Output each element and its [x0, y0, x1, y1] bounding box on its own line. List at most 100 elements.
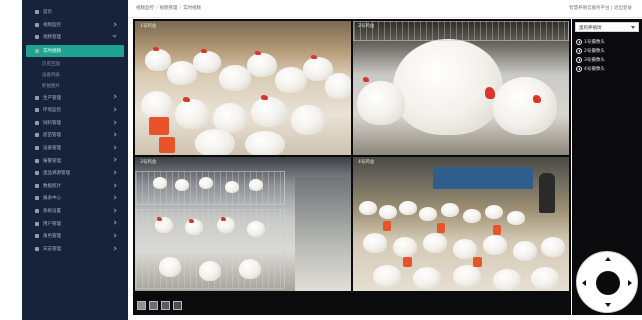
layout-switcher [137, 301, 182, 310]
ptz-up-arrow-icon[interactable] [605, 257, 611, 261]
feed-icon [35, 120, 39, 125]
ptz-center-button[interactable] [596, 271, 620, 295]
sidebar-item[interactable]: 疫苗管理 [22, 129, 128, 142]
layout-16-button[interactable] [173, 301, 182, 310]
video-wall: 1号鸡舍 2号鸡舍 3号鸡舍 4号鸡舍 [133, 19, 571, 315]
sidebar-item-label: 角色管理 [43, 234, 61, 240]
stats-icon [35, 183, 39, 188]
role-icon [35, 234, 39, 239]
alarm-icon [35, 158, 39, 163]
camera-list-item[interactable]: 3号摄像头 [576, 55, 638, 64]
chevron-icon [112, 33, 117, 38]
breadcrumb-item-2[interactable]: 视频管理 [160, 6, 178, 11]
monitor-icon [35, 49, 39, 54]
sidebar-item-label: 实时视频 [43, 49, 61, 55]
video-tile-label: 2号鸡舍 [358, 24, 375, 29]
farm-select[interactable]: 蛋鸡养殖场 [575, 22, 639, 32]
breadcrumb-item-3: 实时视频 [183, 6, 202, 11]
sidebar-item-label: 历史回放 [42, 61, 60, 67]
user-icon [35, 221, 39, 226]
video-tile-1[interactable]: 1号鸡舍 [135, 21, 351, 155]
chevron-icon [112, 119, 117, 125]
sidebar-item[interactable]: 首页 [22, 6, 128, 19]
breadcrumb: 视频监控 / 视频管理 / 实时视频 [136, 6, 202, 11]
camera-list: 1号摄像头 2号摄像头 3号摄像头 4号摄像头 [576, 37, 638, 73]
environment-icon [35, 108, 39, 113]
sidebar-item-label: 设备管理 [43, 146, 61, 152]
sidebar-item-label: 视频管理 [43, 35, 61, 41]
sidebar-item-label: 生产管理 [43, 95, 61, 101]
sidebar-item-label: 用户管理 [43, 221, 61, 227]
settings-icon [35, 209, 39, 214]
sidebar-item[interactable]: 历史回放 [22, 58, 128, 69]
sidebar-item[interactable]: 环境监控 [22, 104, 128, 117]
chevron-icon [112, 170, 117, 175]
video-grid: 1号鸡舍 2号鸡舍 3号鸡舍 4号鸡舍 [135, 21, 569, 291]
ptz-down-arrow-icon[interactable] [605, 303, 611, 307]
sidebar-item[interactable]: 设备管理 [22, 142, 128, 155]
chevron-down-icon [631, 26, 635, 29]
chevron-icon [112, 94, 117, 99]
video-feed-4 [353, 157, 569, 291]
sidebar-item-label: 报警管理 [43, 158, 61, 164]
sidebar-item-label: 视频监控 [43, 22, 61, 28]
sidebar-item-label: 数据统计 [43, 183, 61, 189]
home-icon [35, 10, 39, 15]
vaccine-icon [35, 133, 39, 138]
sidebar-item-label: 饲料管理 [43, 120, 61, 126]
chevron-icon [112, 132, 117, 137]
top-bar: 视频监控 / 视频管理 / 实时视频 智慧养殖云服务平台 | 退出登录 [128, 0, 642, 18]
camera-icon [35, 22, 39, 27]
sidebar-item[interactable]: 用户管理 [22, 217, 128, 230]
sidebar-item[interactable]: 实时视频 [26, 44, 124, 58]
sidebar-item[interactable]: 设备列表 [22, 69, 128, 80]
sidebar-item[interactable]: 抓拍图片 [22, 80, 128, 91]
sidebar-item-label: 日志管理 [43, 246, 61, 252]
chevron-icon [112, 208, 117, 213]
sidebar-item[interactable]: 视频管理 [22, 31, 128, 44]
layout-1-button[interactable] [137, 301, 146, 310]
camera-list-item[interactable]: 1号摄像头 [576, 37, 638, 46]
camera-list-item[interactable]: 2号摄像头 [576, 46, 638, 55]
video-tile-label: 3号鸡舍 [140, 160, 157, 165]
chevron-icon [112, 145, 117, 150]
video-feed-3 [135, 157, 351, 291]
chevron-icon [112, 195, 117, 200]
sidebar-item-label: 环境监控 [43, 108, 61, 114]
sidebar-item[interactable]: 蛋品溯源管理 [22, 167, 128, 180]
breadcrumb-item-1[interactable]: 视频监控 [136, 6, 154, 11]
sidebar-item-label: 蛋品溯源管理 [43, 171, 70, 177]
sidebar-item[interactable]: 角色管理 [22, 230, 128, 243]
chevron-icon [112, 245, 117, 251]
sidebar-item[interactable]: 生产管理 [22, 91, 128, 104]
camera-icon [576, 56, 582, 63]
sidebar: 首页视频监控视频管理实时视频历史回放设备列表 抓拍图片生产管理环境监控饲料管理疫苗… [22, 0, 128, 320]
video-icon [35, 35, 39, 40]
sidebar-item[interactable]: 系统设置 [22, 205, 128, 218]
farm-select-value: 蛋鸡养殖场 [579, 26, 602, 31]
video-tile-4[interactable]: 4号鸡舍 [353, 157, 569, 291]
video-tile-2[interactable]: 2号鸡舍 [353, 21, 569, 155]
ptz-control [576, 251, 638, 313]
camera-icon [576, 47, 582, 54]
layout-9-button[interactable] [161, 301, 170, 310]
sidebar-item[interactable]: 报警管理 [22, 154, 128, 167]
top-right-links[interactable]: 智慧养殖云服务平台 | 退出登录 [569, 5, 632, 11]
sidebar-item[interactable]: 报表中心 [22, 192, 128, 205]
ptz-left-arrow-icon[interactable] [582, 280, 586, 286]
video-tile-3[interactable]: 3号鸡舍 [135, 157, 351, 291]
ptz-right-arrow-icon[interactable] [628, 280, 632, 286]
layout-4-button[interactable] [149, 301, 158, 310]
sidebar-item[interactable]: 数据统计 [22, 180, 128, 193]
sidebar-item[interactable]: 饲料管理 [22, 117, 128, 130]
sidebar-item[interactable]: 日志管理 [22, 243, 128, 256]
sidebar-item-label: 首页 [43, 10, 52, 16]
production-icon [35, 95, 39, 100]
video-feed-1 [135, 21, 351, 155]
log-icon [35, 246, 39, 251]
camera-list-item[interactable]: 4号摄像头 [576, 64, 638, 73]
camera-list-label: 2号摄像头 [584, 48, 605, 54]
chevron-icon [112, 21, 117, 27]
camera-list-label: 3号摄像头 [584, 57, 605, 63]
sidebar-item[interactable]: 视频监控 [22, 19, 128, 32]
